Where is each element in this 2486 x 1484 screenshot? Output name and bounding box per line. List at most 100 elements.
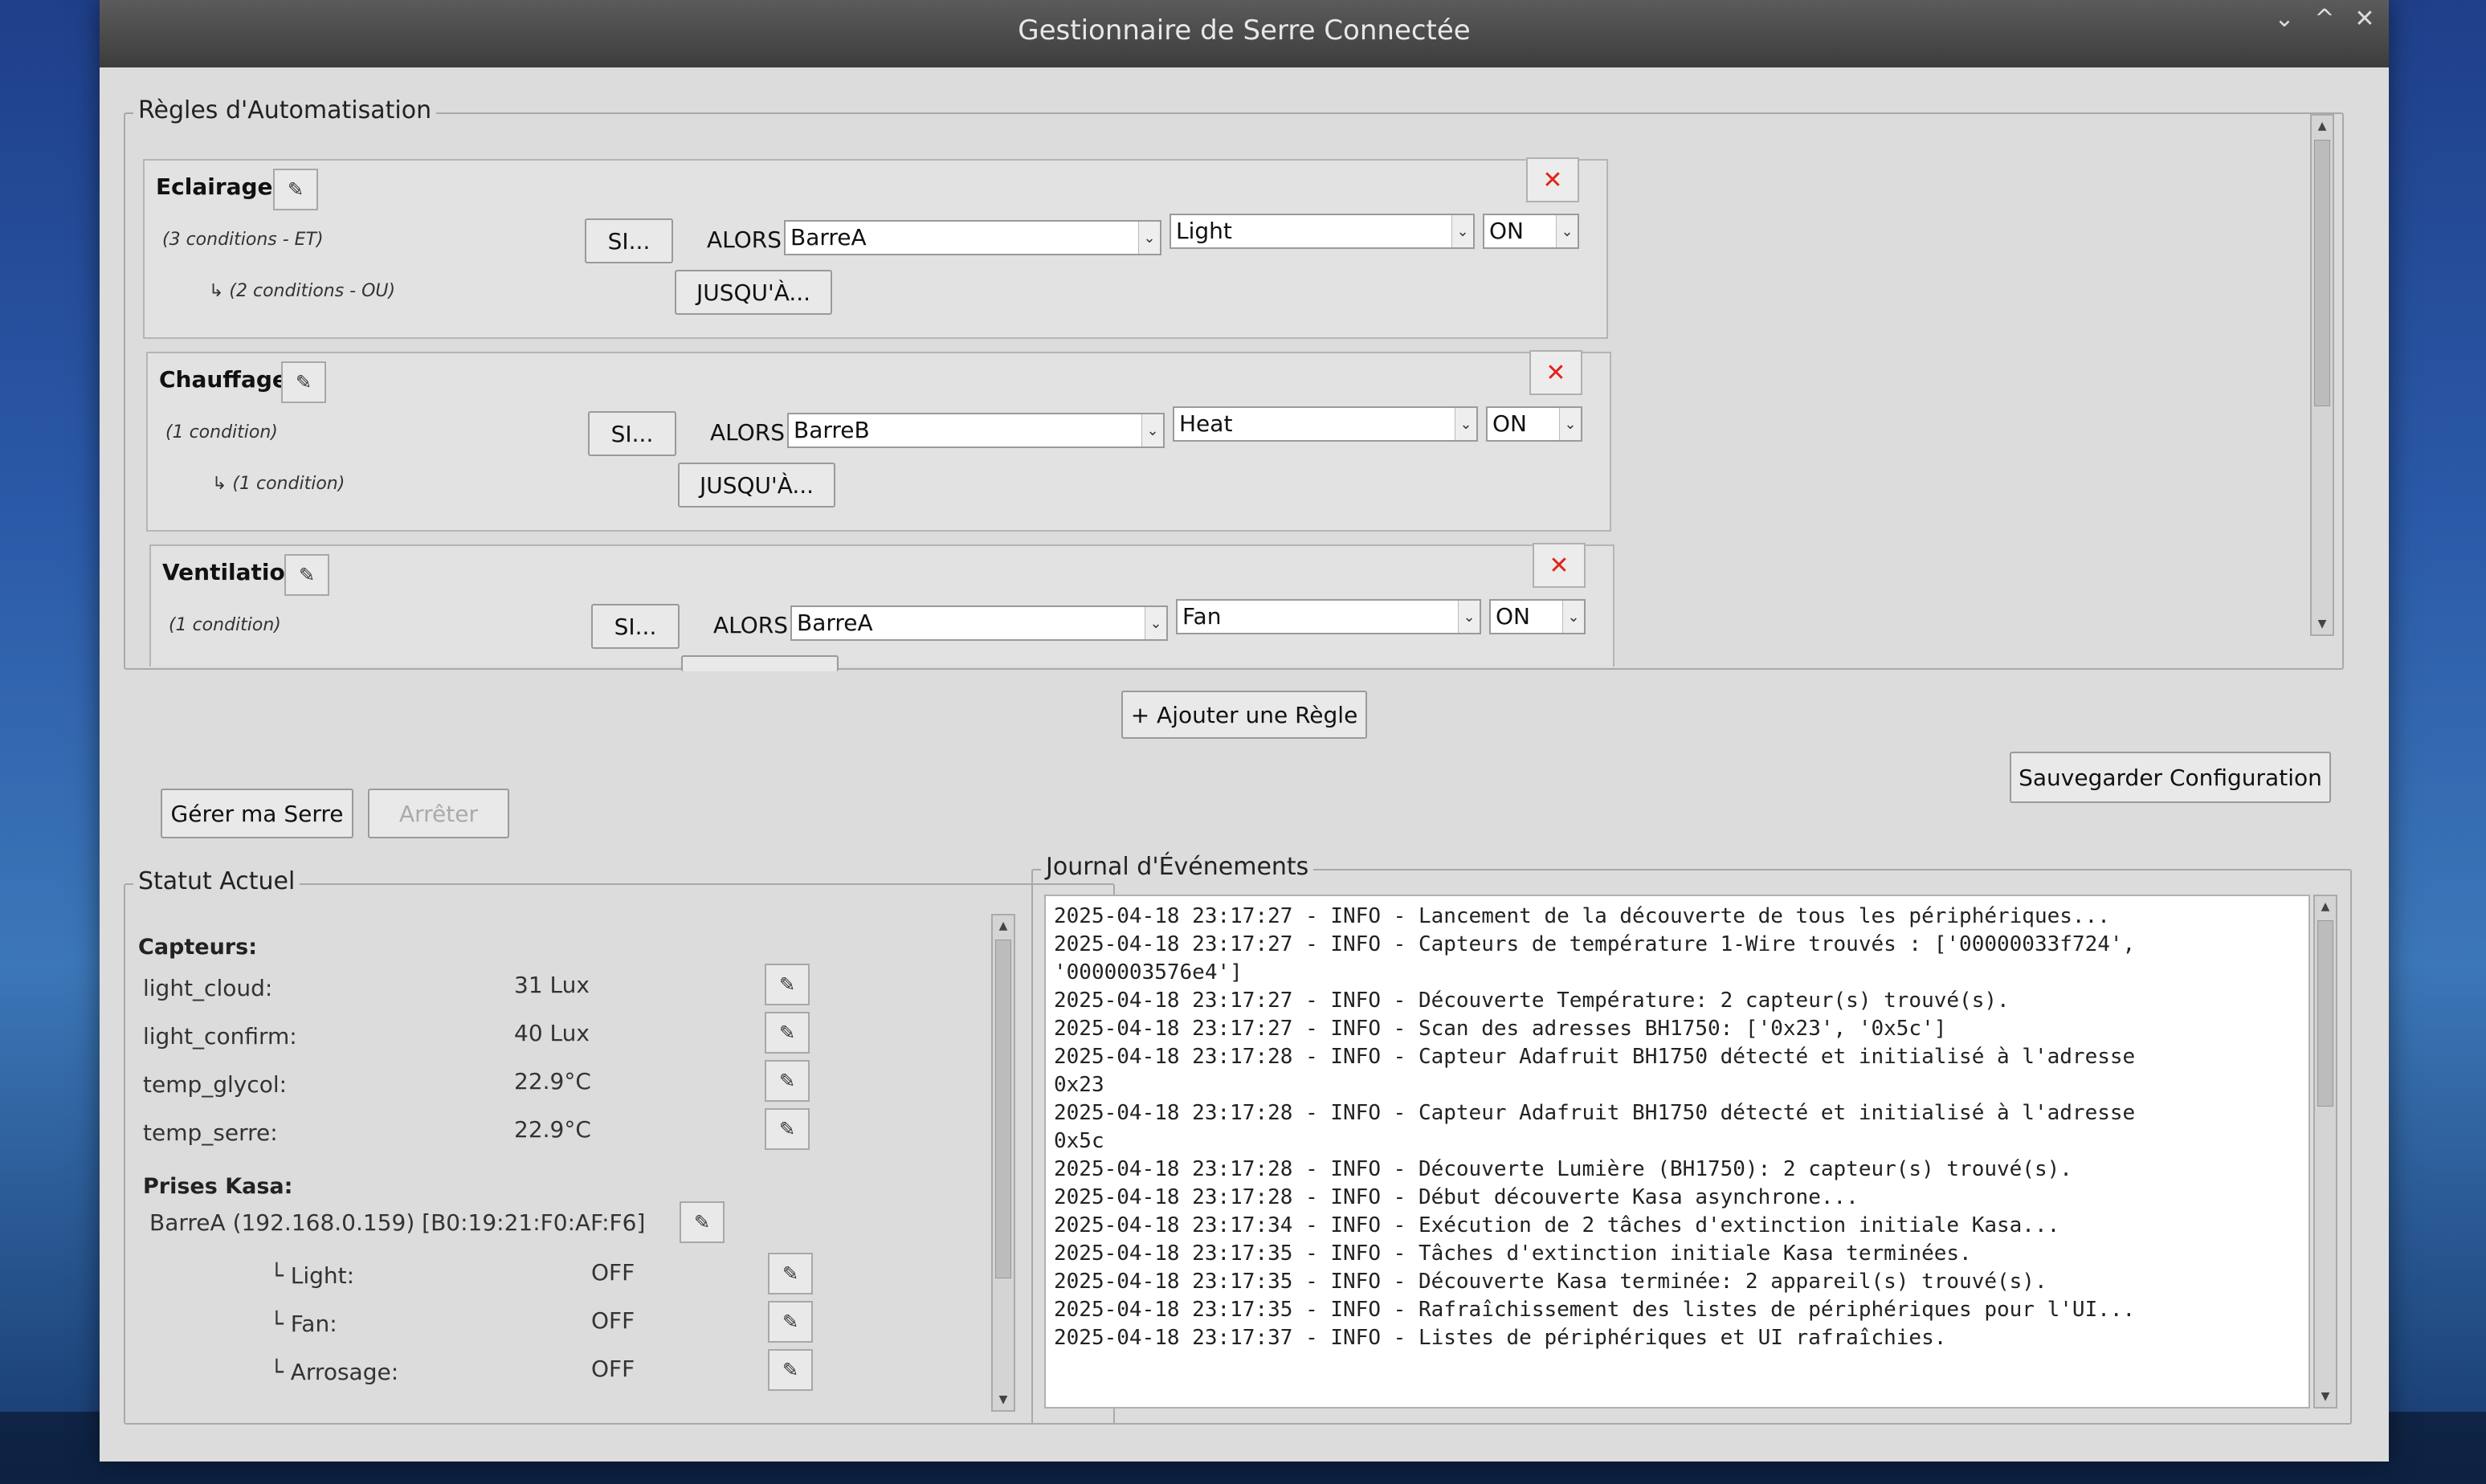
log-line: 2025-04-18 23:17:35 - INFO - Tâches d'ex…: [1054, 1241, 1972, 1266]
minimize-icon[interactable]: ⌄: [2268, 5, 2300, 33]
sensor-value: 22.9°C: [514, 1116, 591, 1143]
status-scrollbar[interactable]: ▲ ▼: [991, 914, 1015, 1412]
state-select[interactable]: ON ⌄: [1486, 406, 1582, 442]
delete-rule-close-icon[interactable]: ✕: [1526, 157, 1579, 202]
scroll-up-icon[interactable]: ▲: [993, 915, 1014, 936]
state-select-value: ON: [1489, 218, 1524, 244]
window-close-icon[interactable]: ✕: [2349, 5, 2381, 33]
plug-device: BarreA (192.168.0.159) [B0:19:21:F0:AF:F…: [149, 1209, 646, 1236]
device-select[interactable]: BarreA ⌄: [790, 605, 1168, 641]
si-button[interactable]: SI...: [588, 411, 676, 456]
outlet-state: OFF: [591, 1356, 635, 1382]
state-select[interactable]: ON ⌄: [1489, 599, 1586, 634]
log-line: 2025-04-18 23:17:27 - INFO - Découverte …: [1054, 989, 2010, 1013]
log-line: 2025-04-18 23:17:28 - INFO - Capteur Ada…: [1054, 1045, 2136, 1069]
log-line: 2025-04-18 23:17:27 - INFO - Lancement d…: [1054, 904, 2110, 928]
edit-icon[interactable]: ✎: [765, 1012, 810, 1054]
scroll-down-icon[interactable]: ▼: [993, 1389, 1014, 1410]
device-select[interactable]: BarreB ⌄: [787, 413, 1165, 448]
rule-name: Ventilation: [162, 559, 301, 585]
device-select[interactable]: BarreA ⌄: [784, 220, 1161, 255]
log-line: 2025-04-18 23:17:27 - INFO - Scan des ad…: [1054, 1017, 1947, 1041]
delete-rule-close-icon[interactable]: ✕: [1529, 350, 1582, 395]
device-select-value: BarreB: [794, 417, 870, 443]
event-log-text[interactable]: 2025-04-18 23:17:27 - INFO - Lancement d…: [1044, 895, 2310, 1409]
chevron-down-icon: ⌄: [1455, 408, 1476, 440]
state-select[interactable]: ON ⌄: [1483, 214, 1579, 249]
edit-icon[interactable]: ✎: [284, 554, 329, 596]
status-legend: Statut Actuel: [133, 867, 300, 895]
rule-conditions: (3 conditions - ET): [162, 230, 324, 250]
chevron-down-icon: ⌄: [1138, 222, 1160, 254]
log-scrollbar[interactable]: ▲ ▼: [2313, 895, 2337, 1409]
until-button[interactable]: JUSQU'À...: [675, 270, 832, 315]
delete-rule-close-icon[interactable]: ✕: [1533, 543, 1586, 588]
rule-name: Chauffage: [159, 366, 288, 393]
edit-icon[interactable]: ✎: [765, 1060, 810, 1102]
outlet-select[interactable]: Heat ⌄: [1173, 406, 1478, 442]
chevron-down-icon: ⌄: [1562, 601, 1584, 633]
rule-card-eclairage: Eclairage ✎ (3 conditions - ET) ↳ (2 con…: [143, 157, 1608, 339]
sensors-header: Capteurs:: [138, 935, 257, 960]
log-line: 2025-04-18 23:17:34 - INFO - Exécution d…: [1054, 1213, 2060, 1237]
device-select-value: BarreA: [790, 224, 867, 251]
scroll-down-icon[interactable]: ▼: [2315, 1386, 2336, 1407]
sensor-name: light_confirm:: [143, 1023, 297, 1050]
scroll-up-icon[interactable]: ▲: [2312, 116, 2333, 137]
sensor-value: 22.9°C: [514, 1068, 591, 1095]
chevron-down-icon: ⌄: [1458, 601, 1480, 633]
automation-rules-group: Règles d'Automatisation Eclairage ✎ (3 c…: [124, 96, 2344, 671]
outlet-select[interactable]: Light ⌄: [1170, 214, 1475, 249]
si-button[interactable]: SI...: [585, 218, 673, 263]
outlet-name: └ Arrosage:: [270, 1359, 399, 1385]
outlet-select-value: Fan: [1182, 603, 1222, 630]
outlet-select[interactable]: Fan ⌄: [1176, 599, 1481, 634]
edit-icon[interactable]: ✎: [765, 964, 810, 1005]
rules-scroll-thumb[interactable]: [2314, 140, 2330, 406]
maximize-icon[interactable]: ^: [2308, 5, 2341, 33]
edit-icon[interactable]: ✎: [768, 1301, 813, 1343]
log-scroll-thumb[interactable]: [2317, 920, 2333, 1107]
log-line: 2025-04-18 23:17:28 - INFO - Découverte …: [1054, 1157, 2072, 1181]
outlet-state: OFF: [591, 1307, 635, 1334]
edit-icon[interactable]: ✎: [281, 361, 326, 403]
sensor-value: 31 Lux: [514, 972, 590, 998]
alors-label: ALORS: [713, 612, 789, 638]
alors-label: ALORS: [707, 226, 782, 253]
log-line: 2025-04-18 23:17:28 - INFO - Début décou…: [1054, 1185, 1859, 1209]
edit-icon[interactable]: ✎: [273, 169, 318, 210]
edit-icon[interactable]: ✎: [768, 1349, 813, 1391]
manage-greenhouse-button[interactable]: Gérer ma Serre: [161, 789, 353, 838]
scroll-up-icon[interactable]: ▲: [2315, 896, 2336, 917]
title-bar[interactable]: Gestionnaire de Serre Connectée ⌄ ^ ✕: [100, 0, 2389, 67]
si-button[interactable]: SI...: [591, 604, 680, 649]
rule-conditions: (1 condition): [169, 615, 281, 635]
sensor-value: 40 Lux: [514, 1020, 590, 1046]
edit-icon[interactable]: ✎: [768, 1253, 813, 1294]
stop-button[interactable]: Arrêter: [368, 789, 509, 838]
outlet-name: └ Light:: [270, 1262, 355, 1289]
outlet-state: OFF: [591, 1259, 635, 1286]
event-log-group: Journal d'Événements 2025-04-18 23:17:27…: [1031, 853, 2352, 1425]
rules-scrollbar[interactable]: ▲ ▼: [2310, 114, 2334, 636]
sensor-name: temp_serre:: [143, 1119, 278, 1146]
log-line: 2025-04-18 23:17:37 - INFO - Listes de p…: [1054, 1326, 1947, 1350]
log-line: 2025-04-18 23:17:35 - INFO - Découverte …: [1054, 1270, 2047, 1294]
add-rule-button[interactable]: + Ajouter une Règle: [1121, 691, 1367, 739]
chevron-down-icon: ⌄: [1141, 414, 1163, 446]
rule-card-ventilation: Ventilation ✎ (1 condition) SI... ALORS …: [149, 543, 1614, 671]
until-button[interactable]: JUSQU'À...: [678, 463, 835, 508]
rule-name: Eclairage: [156, 173, 273, 200]
status-scroll-thumb[interactable]: [995, 940, 1011, 1278]
automation-legend: Règles d'Automatisation: [133, 96, 437, 124]
status-group: Statut Actuel Capteurs: light_cloud: 31 …: [124, 867, 1115, 1425]
event-log-legend: Journal d'Événements: [1041, 853, 1314, 881]
edit-icon[interactable]: ✎: [765, 1108, 810, 1150]
log-line: 2025-04-18 23:17:35 - INFO - Rafraîchiss…: [1054, 1298, 2136, 1322]
until-button-clipped[interactable]: [681, 655, 839, 671]
save-configuration-button[interactable]: Sauvegarder Configuration: [2010, 752, 2331, 803]
scroll-down-icon[interactable]: ▼: [2312, 614, 2333, 634]
rule-conditions: (1 condition): [165, 422, 278, 442]
edit-icon[interactable]: ✎: [680, 1201, 725, 1243]
sensor-name: temp_glycol:: [143, 1071, 288, 1098]
